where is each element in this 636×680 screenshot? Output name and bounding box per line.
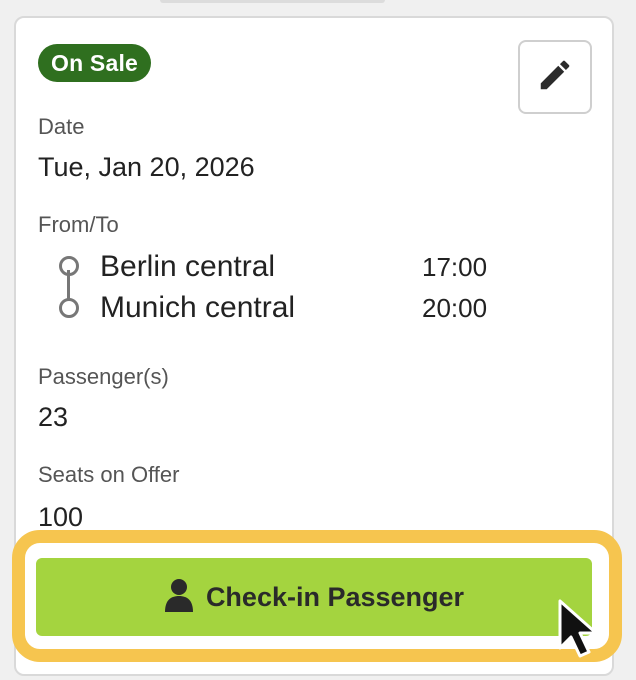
check-in-button-label: Check-in Passenger [205, 581, 465, 612]
seats-label: Seats on Offer [38, 462, 180, 487]
edit-button[interactable] [518, 40, 592, 114]
scroll-edge [160, 0, 385, 3]
destination-station: Munich central [100, 291, 296, 324]
page: On Sale Date Tue, Jan 20, 2026 From/To B… [0, 0, 636, 680]
origin-station: Berlin central [100, 250, 276, 283]
departure-time: 17:00 [422, 252, 488, 282]
mouse-pointer-icon [556, 598, 608, 660]
route-connector [67, 270, 70, 300]
person-icon [164, 578, 194, 617]
pencil-icon [536, 56, 574, 99]
check-in-passenger-button[interactable]: Check-in Passenger [36, 558, 592, 636]
status-badge: On Sale [38, 44, 152, 82]
destination-dot [59, 298, 79, 318]
passengers-label: Passenger(s) [38, 364, 169, 389]
arrival-time: 20:00 [422, 293, 488, 323]
date-label: Date [38, 114, 85, 139]
date-value: Tue, Jan 20, 2026 [38, 152, 255, 182]
seats-value: 100 [38, 502, 84, 532]
route: Berlin central 17:00 Munich central 20:0… [56, 250, 516, 340]
route-label: From/To [38, 212, 119, 237]
passengers-value: 23 [38, 402, 69, 432]
